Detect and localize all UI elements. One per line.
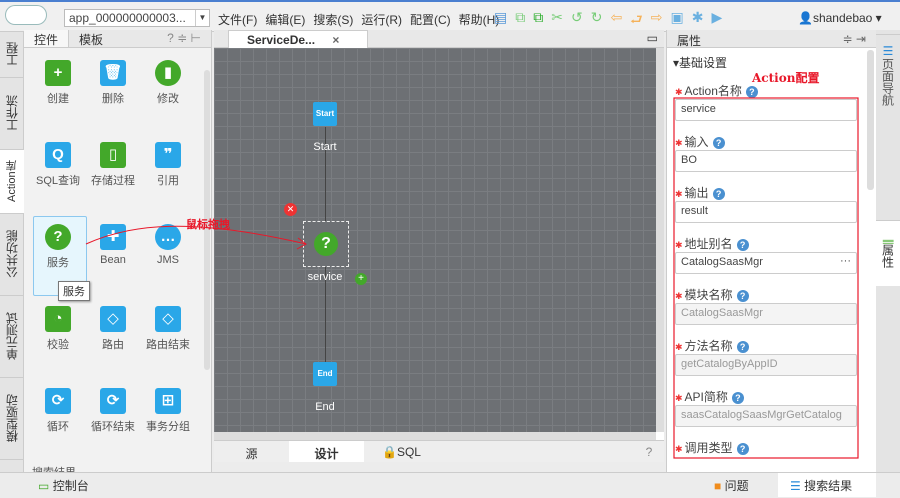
- config-annotation: Action配置: [752, 71, 820, 85]
- drag-arrow-head: [296, 237, 307, 250]
- drag-annotation: 鼠标拖拽: [186, 218, 230, 231]
- config-highlight-box: [673, 97, 859, 459]
